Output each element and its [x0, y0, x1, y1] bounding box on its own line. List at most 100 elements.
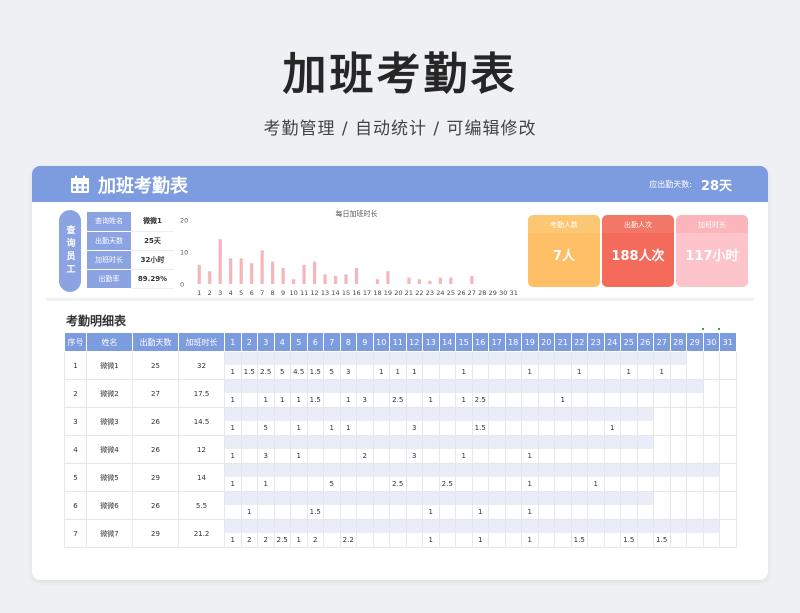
day-cell[interactable]: [488, 491, 506, 520]
day-cell[interactable]: [290, 463, 308, 492]
day-cell[interactable]: [636, 379, 654, 408]
day-cell[interactable]: 1: [339, 407, 357, 436]
day-cell[interactable]: [603, 491, 621, 520]
day-cell[interactable]: [653, 379, 671, 408]
day-cell[interactable]: 1: [290, 519, 308, 548]
day-cell[interactable]: [702, 407, 720, 436]
day-cell[interactable]: [422, 407, 440, 436]
cell-hours[interactable]: 12: [178, 435, 225, 464]
day-cell[interactable]: 1: [471, 491, 489, 520]
day-cell[interactable]: [669, 519, 687, 548]
day-cell[interactable]: 4.5: [290, 351, 308, 380]
day-cell[interactable]: [603, 463, 621, 492]
day-cell[interactable]: [521, 407, 539, 436]
cell-days[interactable]: 25: [132, 351, 179, 380]
day-cell[interactable]: [719, 491, 737, 520]
day-cell[interactable]: 1: [224, 463, 242, 492]
cell-no[interactable]: 1: [64, 351, 87, 380]
day-cell[interactable]: 2.2: [339, 519, 357, 548]
day-cell[interactable]: 1: [372, 351, 390, 380]
day-cell[interactable]: [587, 491, 605, 520]
cell-hours[interactable]: 32: [178, 351, 225, 380]
day-cell[interactable]: [554, 519, 572, 548]
day-cell[interactable]: [537, 519, 555, 548]
day-cell[interactable]: [702, 491, 720, 520]
day-cell[interactable]: [653, 491, 671, 520]
cell-no[interactable]: 7: [64, 519, 87, 548]
day-cell[interactable]: 2: [257, 519, 275, 548]
day-cell[interactable]: [240, 407, 258, 436]
day-cell[interactable]: [471, 351, 489, 380]
day-cell[interactable]: 1: [620, 351, 638, 380]
day-cell[interactable]: [537, 435, 555, 464]
day-cell[interactable]: [537, 463, 555, 492]
day-cell[interactable]: [504, 351, 522, 380]
day-cell[interactable]: [372, 519, 390, 548]
day-cell[interactable]: [504, 491, 522, 520]
day-cell[interactable]: [537, 351, 555, 380]
cell-hours[interactable]: 14: [178, 463, 225, 492]
cell-name[interactable]: 微微3: [86, 407, 133, 436]
day-cell[interactable]: [504, 463, 522, 492]
day-cell[interactable]: [554, 435, 572, 464]
day-cell[interactable]: [356, 351, 374, 380]
day-cell[interactable]: 1: [653, 351, 671, 380]
day-cell[interactable]: [603, 435, 621, 464]
day-cell[interactable]: [323, 435, 341, 464]
day-cell[interactable]: [719, 463, 737, 492]
day-cell[interactable]: 2.5: [389, 463, 407, 492]
day-cell[interactable]: [603, 379, 621, 408]
day-cell[interactable]: [537, 491, 555, 520]
day-cell[interactable]: 1: [521, 519, 539, 548]
day-cell[interactable]: [240, 379, 258, 408]
day-cell[interactable]: 1: [323, 407, 341, 436]
day-cell[interactable]: [653, 435, 671, 464]
day-cell[interactable]: [636, 351, 654, 380]
day-cell[interactable]: [438, 407, 456, 436]
day-cell[interactable]: [686, 435, 704, 464]
cell-name[interactable]: 微微6: [86, 491, 133, 520]
day-cell[interactable]: 1: [471, 519, 489, 548]
cell-hours[interactable]: 17.5: [178, 379, 225, 408]
day-cell[interactable]: [570, 491, 588, 520]
day-cell[interactable]: [422, 351, 440, 380]
day-cell[interactable]: [669, 407, 687, 436]
day-cell[interactable]: 1: [422, 379, 440, 408]
day-cell[interactable]: [620, 491, 638, 520]
day-cell[interactable]: 1: [405, 351, 423, 380]
day-cell[interactable]: [669, 491, 687, 520]
day-cell[interactable]: [471, 463, 489, 492]
day-cell[interactable]: [504, 407, 522, 436]
day-cell[interactable]: [422, 463, 440, 492]
day-cell[interactable]: 1: [570, 351, 588, 380]
day-cell[interactable]: [438, 351, 456, 380]
day-cell[interactable]: [455, 463, 473, 492]
day-cell[interactable]: [669, 435, 687, 464]
day-cell[interactable]: [306, 435, 324, 464]
day-cell[interactable]: [323, 491, 341, 520]
day-cell[interactable]: 1: [603, 407, 621, 436]
day-cell[interactable]: [570, 435, 588, 464]
day-cell[interactable]: [306, 463, 324, 492]
day-cell[interactable]: 1.5: [570, 519, 588, 548]
day-cell[interactable]: [603, 519, 621, 548]
cell-no[interactable]: 4: [64, 435, 87, 464]
day-cell[interactable]: [471, 435, 489, 464]
day-cell[interactable]: 1.5: [306, 491, 324, 520]
day-cell[interactable]: [372, 407, 390, 436]
day-cell[interactable]: [224, 491, 242, 520]
cell-name[interactable]: 微微1: [86, 351, 133, 380]
day-cell[interactable]: [356, 491, 374, 520]
day-cell[interactable]: [455, 407, 473, 436]
day-cell[interactable]: 1: [290, 407, 308, 436]
day-cell[interactable]: 3: [405, 435, 423, 464]
day-cell[interactable]: [323, 519, 341, 548]
day-cell[interactable]: [554, 407, 572, 436]
day-cell[interactable]: [570, 463, 588, 492]
day-cell[interactable]: [554, 463, 572, 492]
day-cell[interactable]: [356, 463, 374, 492]
day-cell[interactable]: 1.5: [471, 407, 489, 436]
cell-no[interactable]: 2: [64, 379, 87, 408]
day-cell[interactable]: 1: [521, 463, 539, 492]
day-cell[interactable]: [389, 491, 407, 520]
